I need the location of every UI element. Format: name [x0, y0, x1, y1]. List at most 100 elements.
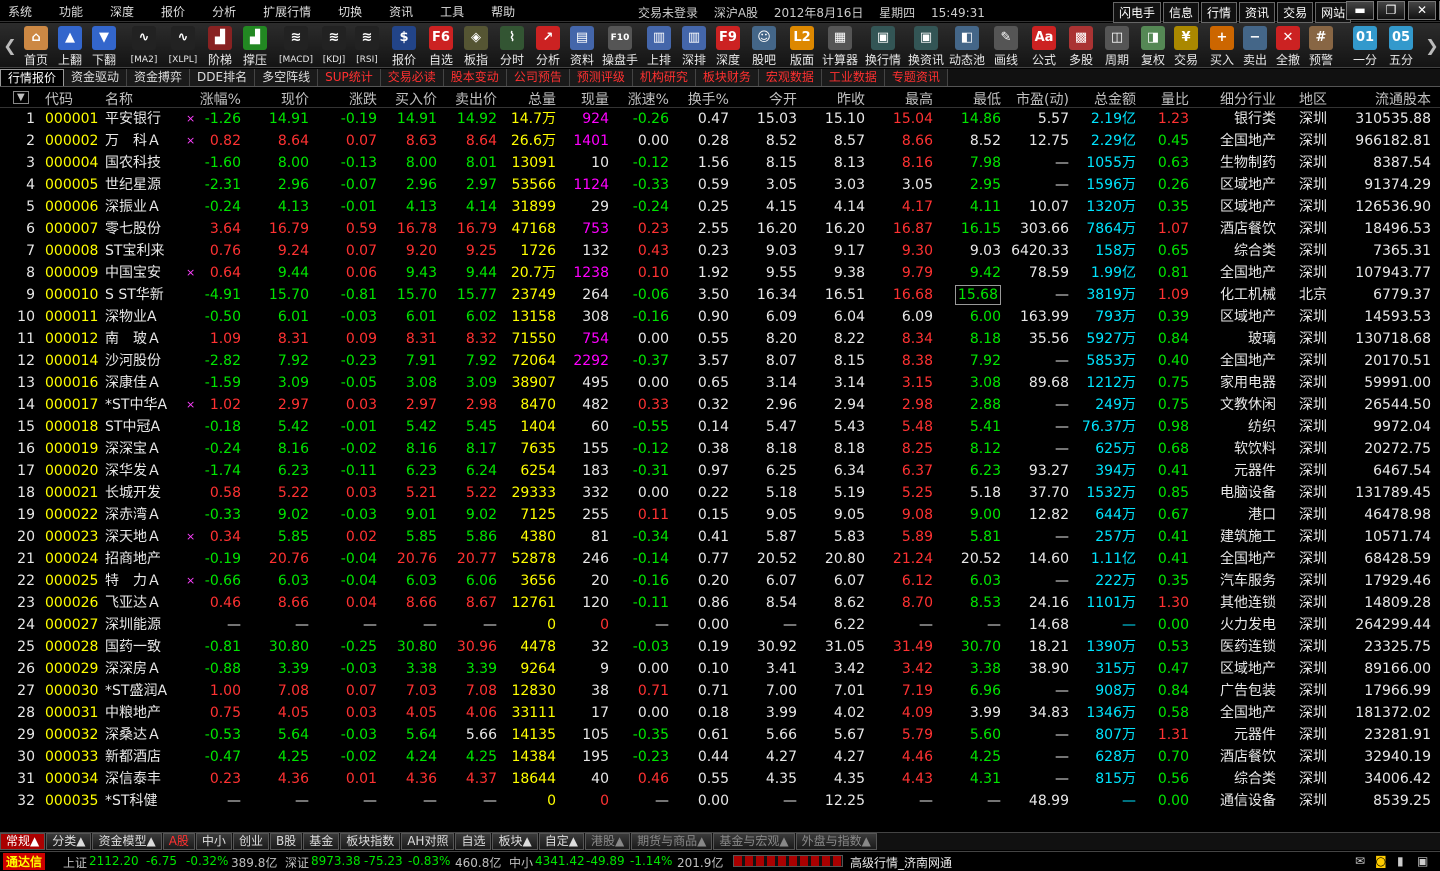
- menu-item[interactable]: 深度: [110, 3, 134, 20]
- tab-4[interactable]: DDE排名: [190, 69, 256, 86]
- bottom-tab[interactable]: B股: [269, 833, 303, 850]
- toolbar-button[interactable]: F9 深度: [712, 24, 744, 68]
- bottom-tab[interactable]: 期货与商品▲: [631, 833, 713, 850]
- tab-15[interactable]: 专题资讯: [884, 69, 948, 86]
- toolbar-scroll-left-icon[interactable]: ❮: [2, 33, 18, 59]
- table-row[interactable]: 20 000023 深天地Ａ 0.34 5.85 0.02 5.85 5.86 4380 81 -0…: [0, 526, 1440, 548]
- toolbar-button[interactable]: F6 自选: [425, 24, 457, 68]
- table-row[interactable]: 12 000014 沙河股份 -2.82 7.92 -0.23 7.91 7.92 72064 2…: [0, 350, 1440, 372]
- toolbar-button[interactable]: 05 五分: [1385, 24, 1417, 68]
- tab-14[interactable]: 工业数据: [821, 69, 885, 86]
- toolbar-button[interactable]: ¥ 交易: [1170, 24, 1202, 68]
- table-row[interactable]: 5 000006 深振业Ａ -0.24 4.13 -0.01 4.13 4.14 31899 29…: [0, 196, 1440, 218]
- tab-1[interactable]: 行情报价: [0, 69, 65, 86]
- bottom-tab[interactable]: 板块▲: [492, 833, 538, 850]
- lock-icon[interactable]: ◙: [1375, 854, 1387, 868]
- quick-link[interactable]: 交易: [1277, 2, 1314, 23]
- column-header[interactable]: 最高: [905, 89, 933, 109]
- toolbar-button[interactable]: # 预警: [1305, 24, 1337, 68]
- toolbar-button[interactable]: ▣ 换资讯: [906, 24, 946, 68]
- toolbar-button[interactable]: ◧ 动态池: [949, 24, 985, 68]
- toolbar-button[interactable]: ▥ 上排: [643, 24, 675, 68]
- menu-item[interactable]: 帮助: [491, 3, 515, 20]
- toolbar-button[interactable]: F10 操盘手: [600, 24, 640, 68]
- quick-link[interactable]: 闪电手: [1113, 2, 1162, 23]
- quick-link[interactable]: 信息: [1163, 2, 1200, 23]
- menu-item[interactable]: 工具: [440, 3, 464, 20]
- quick-link[interactable]: 行情: [1201, 2, 1238, 23]
- column-header[interactable]: 地区: [1299, 89, 1327, 109]
- toolbar-button[interactable]: ▲ 上翻: [54, 24, 86, 68]
- toolbar-button[interactable]: ◨ 复权: [1137, 24, 1169, 68]
- table-row[interactable]: 21 000024 招商地产 -0.19 20.76 -0.04 20.76 20.77 528…: [0, 548, 1440, 570]
- table-row[interactable]: 22 000025 特 力Ａ -0.66 6.03 -0.04 6.03 6.06 3656 20…: [0, 570, 1440, 592]
- column-header[interactable]: 现价: [281, 89, 309, 109]
- column-header[interactable]: 名称: [105, 89, 133, 109]
- column-header[interactable]: 现量: [581, 89, 609, 109]
- tab-11[interactable]: 机构研究: [632, 69, 696, 86]
- toolbar-button[interactable]: $ 报价: [388, 24, 420, 68]
- table-row[interactable]: 15 000018 ST中冠A -0.18 5.42 -0.01 5.42 5.45 1404 6…: [0, 416, 1440, 438]
- column-header[interactable]: 最低: [973, 89, 1001, 109]
- bottom-tab[interactable]: 自定▲: [538, 833, 584, 850]
- column-header[interactable]: 昨收: [837, 89, 865, 109]
- table-row[interactable]: 6 000007 零七股份 3.64 16.79 0.59 16.78 16.79 47168 7…: [0, 218, 1440, 240]
- column-header[interactable]: 涨跌: [349, 89, 377, 109]
- column-header[interactable]: 卖出价: [455, 89, 497, 109]
- toolbar-button[interactable]: ▩ 多股: [1065, 24, 1097, 68]
- table-row[interactable]: 32 000035 *ST科健 — — — — — 0 0 — 0.00 — 12.25 — — 48.99 — 0…: [0, 790, 1440, 812]
- bottom-tab[interactable]: 港股▲: [584, 833, 631, 850]
- toolbar-button[interactable]: ✕ 全撤: [1272, 24, 1304, 68]
- table-row[interactable]: 30 000033 新都酒店 -0.47 4.25 -0.02 4.24 4.25 14384 1…: [0, 746, 1440, 768]
- bottom-tab[interactable]: 自选: [455, 833, 492, 850]
- bottom-tab[interactable]: 创业: [232, 833, 269, 850]
- table-row[interactable]: 10 000011 深物业A -0.50 6.01 -0.03 6.01 6.02 13158 3…: [0, 306, 1440, 328]
- tab-6[interactable]: SUP统计: [318, 69, 381, 86]
- menu-item[interactable]: 分析: [212, 3, 236, 20]
- table-row[interactable]: 4 000005 世纪星源 -2.31 2.96 -0.07 2.96 2.97 53566 11…: [0, 174, 1440, 196]
- toolbar-button[interactable]: ▥ 深排: [678, 24, 710, 68]
- toolbar-button[interactable]: ↗ 分析: [532, 24, 564, 68]
- minimize-icon[interactable]: ▬: [1346, 1, 1374, 20]
- toolbar-button[interactable]: ▤ 资料: [566, 24, 598, 68]
- toolbar-button[interactable]: ▼ 下翻: [88, 24, 120, 68]
- tab-9[interactable]: 公司预告: [506, 69, 570, 86]
- table-row[interactable]: 13 000016 深康佳Ａ -1.59 3.09 -0.05 3.08 3.09 38907 4…: [0, 372, 1440, 394]
- menu-item[interactable]: 资讯: [389, 3, 413, 20]
- toolbar-button[interactable]: ≋ [RSI]: [351, 24, 383, 68]
- toolbar-scroll-right-icon[interactable]: ❯: [1424, 33, 1440, 59]
- table-row[interactable]: 9 000010 S ST华新 -4.91 15.70 -0.81 15.70 15.77 23…: [0, 284, 1440, 306]
- toolbar-button[interactable]: ⌂ 首页: [20, 24, 52, 68]
- bottom-tab[interactable]: AH对照: [401, 833, 455, 850]
- column-header[interactable]: 今开: [769, 89, 797, 109]
- column-header[interactable]: 总金额: [1094, 89, 1136, 109]
- column-header[interactable]: 涨速%: [628, 89, 669, 109]
- tab-10[interactable]: 预测评级: [569, 69, 633, 86]
- tab-3[interactable]: 资金搏弈: [127, 69, 191, 86]
- toolbar-button[interactable]: ▟ 阶梯: [204, 24, 236, 68]
- table-row[interactable]: 25 000028 国药一致 -0.81 30.80 -0.25 30.80 30.96 447…: [0, 636, 1440, 658]
- table-row[interactable]: 14 000017 *ST中华A 1.02 2.97 0.03 2.97 2.98 8470 48…: [0, 394, 1440, 416]
- tab-13[interactable]: 宏观数据: [758, 69, 822, 86]
- table-row[interactable]: 1 000001 平安银行 -1.26 14.91 -0.19 14.91 14.92 14.7…: [0, 108, 1440, 130]
- table-row[interactable]: 19 000022 深赤湾Ａ -0.33 9.02 -0.03 9.01 9.02 7125 25…: [0, 504, 1440, 526]
- close-icon[interactable]: ✕: [1408, 1, 1436, 20]
- bottom-tab[interactable]: 常规▲: [0, 833, 46, 850]
- toolbar-button[interactable]: ⌇ 分时: [496, 24, 528, 68]
- column-header[interactable]: 代码: [45, 89, 73, 109]
- table-row[interactable]: 7 000008 ST宝利来 0.76 9.24 0.07 9.20 9.25 1726 132 0…: [0, 240, 1440, 262]
- menu-item[interactable]: 报价: [161, 3, 185, 20]
- toolbar-button[interactable]: ▣ 换行情: [863, 24, 903, 68]
- table-row[interactable]: 11 000012 南 玻Ａ 1.09 8.31 0.09 8.31 8.32 71550 754…: [0, 328, 1440, 350]
- restore-icon[interactable]: ❐: [1377, 1, 1405, 20]
- column-header[interactable]: 买入价: [395, 89, 437, 109]
- toolbar-button[interactable]: − 卖出: [1239, 24, 1271, 68]
- table-row[interactable]: 27 000030 *ST盛润A 1.00 7.08 0.07 7.03 7.08 12830 3…: [0, 680, 1440, 702]
- toolbar-button[interactable]: Aa 公式: [1028, 24, 1060, 68]
- bottom-tab[interactable]: A股: [162, 833, 195, 850]
- table-row[interactable]: 26 000029 深深房Ａ -0.88 3.39 -0.03 3.38 3.39 9264 9 0…: [0, 658, 1440, 680]
- table-row[interactable]: 23 000026 飞亚达Ａ 0.46 8.66 0.04 8.66 8.67 12761 120…: [0, 592, 1440, 614]
- table-row[interactable]: 31 000034 深信泰丰 0.23 4.36 0.01 4.36 4.37 18644 40 0…: [0, 768, 1440, 790]
- table-row[interactable]: 28 000031 中粮地产 0.75 4.05 0.03 4.05 4.06 33111 17 0…: [0, 702, 1440, 724]
- column-header[interactable]: 市盈(动): [1016, 89, 1069, 109]
